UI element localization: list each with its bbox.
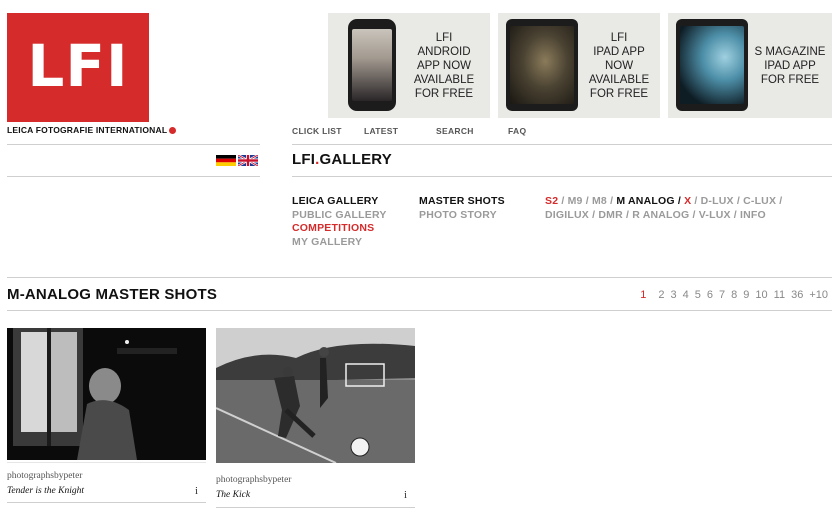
- photo-boys-football-image: [216, 328, 415, 463]
- nav-latest[interactable]: LATEST: [364, 126, 398, 136]
- nav-faq[interactable]: FAQ: [508, 126, 526, 136]
- pagination: 1 2 3 4 5 6 7 8 9 10 11 36 +10: [634, 289, 828, 301]
- nav-search[interactable]: SEARCH: [436, 126, 474, 136]
- menu-master-shots[interactable]: MASTER SHOTS: [419, 195, 505, 209]
- separator: /: [691, 195, 701, 207]
- nav-click-list[interactable]: CLICK LIST: [292, 126, 342, 136]
- menu-leica-gallery[interactable]: LEICA GALLERY: [292, 195, 387, 209]
- page-link[interactable]: 9: [743, 289, 749, 301]
- page-link[interactable]: 36: [791, 289, 803, 301]
- separator: /: [606, 195, 617, 207]
- separator: /: [776, 195, 783, 207]
- promo-s-magazine-text: S MAGAZINE IPAD APP FOR FREE: [754, 46, 826, 86]
- divider: [7, 502, 206, 503]
- info-icon[interactable]: i: [404, 489, 407, 501]
- uk-flag-icon[interactable]: [238, 155, 258, 166]
- page-link[interactable]: 4: [683, 289, 689, 301]
- photo-title[interactable]: The Kick: [216, 490, 250, 500]
- camera-filter-link[interactable]: M9: [568, 195, 583, 207]
- page-link[interactable]: +10: [809, 289, 828, 301]
- separator: /: [582, 195, 592, 207]
- gallery-menu-col2: MASTER SHOTS PHOTO STORY: [419, 195, 505, 222]
- photo-thumbnail[interactable]: [216, 328, 415, 463]
- separator: /: [674, 195, 685, 207]
- divider: [7, 144, 260, 145]
- menu-photo-story[interactable]: PHOTO STORY: [419, 209, 505, 223]
- menu-competitions[interactable]: COMPETITIONS: [292, 222, 387, 236]
- section-title: M-ANALOG MASTER SHOTS: [7, 286, 218, 303]
- divider: [216, 507, 415, 508]
- photo-thumbnail[interactable]: [7, 328, 206, 460]
- page-link[interactable]: 11: [774, 289, 785, 301]
- logo-dot-icon: [169, 127, 177, 135]
- gallery-title: LFI.GALLERY: [292, 151, 392, 168]
- gallery-menu-cameras: S2 / M9 / M8 / M ANALOG / X / D-LUX / C-…: [545, 195, 782, 222]
- camera-filter-link[interactable]: M ANALOG: [616, 195, 674, 207]
- camera-filter-line: S2 / M9 / M8 / M ANALOG / X / D-LUX / C-…: [545, 195, 782, 209]
- page-link[interactable]: 7: [719, 289, 725, 301]
- page-links: 2 3 4 5 6 7 8 9 10 11 36 +10: [652, 289, 828, 301]
- promo-ipad-app[interactable]: LFI IPAD APP NOW AVAILABLE FOR FREE: [498, 13, 660, 118]
- promo-android-app[interactable]: LFI ANDROID APP NOW AVAILABLE FOR FREE: [328, 13, 490, 118]
- page-link[interactable]: 2: [658, 289, 664, 301]
- photo-boy-at-window-image: [7, 328, 206, 460]
- menu-my-gallery[interactable]: MY GALLERY: [292, 236, 387, 250]
- german-flag-icon[interactable]: [216, 155, 236, 166]
- logo-subtitle: LEICA FOTOGRAFIE INTERNATIONAL: [7, 125, 177, 135]
- page-current[interactable]: 1: [640, 289, 646, 301]
- ipad-s-magazine-image: [676, 19, 748, 111]
- camera-filter-link[interactable]: S2: [545, 195, 558, 207]
- divider: [7, 310, 832, 311]
- logo-mark: LFI: [27, 32, 129, 100]
- gallery-menu-col1: LEICA GALLERY PUBLIC GALLERY COMPETITION…: [292, 195, 387, 249]
- camera-filter-link[interactable]: M8: [592, 195, 607, 207]
- page-link[interactable]: 3: [671, 289, 677, 301]
- info-icon[interactable]: i: [195, 485, 198, 497]
- android-phone-image: [348, 19, 396, 111]
- separator: /: [733, 195, 744, 207]
- page-link[interactable]: 6: [707, 289, 713, 301]
- camera-filter-link[interactable]: C-LUX: [743, 195, 776, 207]
- page-link[interactable]: 10: [755, 289, 767, 301]
- divider: [7, 176, 260, 177]
- page-link[interactable]: 8: [731, 289, 737, 301]
- photo-title[interactable]: Tender is the Knight: [7, 486, 84, 496]
- camera-filter-link[interactable]: D-LUX: [701, 195, 734, 207]
- divider: [292, 144, 832, 145]
- page-link[interactable]: 5: [695, 289, 701, 301]
- camera-filter-line[interactable]: DIGILUX / DMR / R ANALOG / V-LUX / INFO: [545, 209, 782, 223]
- menu-public-gallery[interactable]: PUBLIC GALLERY: [292, 209, 387, 223]
- photo-author[interactable]: photographsbypeter: [216, 475, 291, 485]
- promo-ipad-text: LFI IPAD APP NOW AVAILABLE FOR FREE: [588, 32, 650, 100]
- separator: /: [558, 195, 568, 207]
- promo-s-magazine[interactable]: S MAGAZINE IPAD APP FOR FREE: [668, 13, 832, 118]
- lfi-logo[interactable]: LFI: [7, 13, 149, 122]
- ipad-lfi-image: [506, 19, 578, 111]
- divider: [7, 277, 832, 278]
- photo-author[interactable]: photographsbypeter: [7, 471, 82, 481]
- divider: [7, 462, 206, 463]
- divider: [292, 176, 832, 177]
- promo-android-text: LFI ANDROID APP NOW AVAILABLE FOR FREE: [413, 32, 475, 100]
